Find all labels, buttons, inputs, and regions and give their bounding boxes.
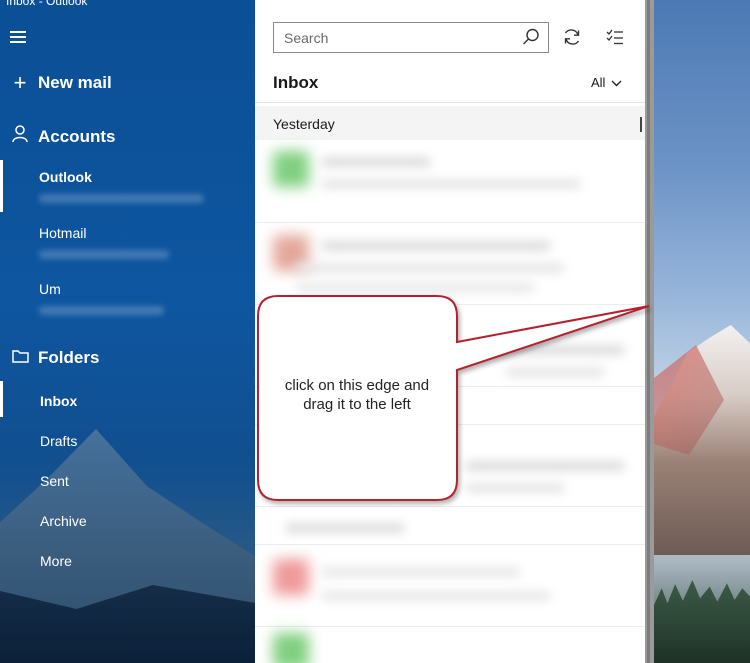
message-item[interactable] bbox=[255, 141, 645, 223]
chevron-down-icon bbox=[611, 75, 622, 90]
account-email-blurred bbox=[39, 194, 204, 203]
annotation-line-1: click on this edge and bbox=[284, 377, 430, 394]
folder-title: Inbox bbox=[273, 73, 319, 92]
folder-item-more[interactable]: More bbox=[0, 553, 255, 569]
navigation-pane: Inbox - Outlook + New mail Accounts Outl… bbox=[0, 0, 255, 663]
account-email-blurred bbox=[39, 250, 169, 259]
wallpaper-forest bbox=[654, 580, 750, 663]
blurred-sender bbox=[465, 461, 625, 471]
desktop-wallpaper bbox=[654, 0, 750, 663]
blurred-preview bbox=[321, 179, 581, 189]
accounts-label: Accounts bbox=[38, 126, 116, 146]
sender-avatar bbox=[273, 151, 309, 187]
account-item-um[interactable]: Um bbox=[0, 281, 255, 315]
blurred-subject bbox=[495, 345, 625, 355]
account-name: Hotmail bbox=[39, 225, 87, 241]
blurred-preview bbox=[321, 591, 551, 601]
message-item[interactable] bbox=[255, 305, 645, 387]
header-divider bbox=[255, 102, 645, 103]
folders-header[interactable]: Folders bbox=[0, 347, 255, 368]
message-item[interactable] bbox=[255, 425, 645, 507]
filter-dropdown[interactable]: All bbox=[591, 75, 622, 90]
message-item[interactable] bbox=[255, 507, 645, 545]
accounts-header[interactable]: Accounts bbox=[0, 125, 255, 148]
selection-mode-icon[interactable] bbox=[605, 27, 625, 47]
message-item[interactable] bbox=[255, 627, 645, 663]
message-item[interactable] bbox=[255, 223, 645, 305]
folder-item-sent[interactable]: Sent bbox=[0, 473, 255, 489]
message-list-pane: Inbox All Yesterday bbox=[255, 0, 645, 663]
blurred-preview bbox=[465, 483, 565, 493]
search-icon[interactable] bbox=[522, 28, 540, 46]
person-icon bbox=[0, 125, 38, 148]
blurred-preview bbox=[321, 567, 521, 577]
account-item-hotmail[interactable]: Hotmail bbox=[0, 225, 255, 259]
folder-item-inbox[interactable]: Inbox bbox=[0, 393, 255, 409]
filter-label: All bbox=[591, 75, 606, 90]
pane-resize-edge[interactable] bbox=[645, 0, 654, 663]
folder-icon bbox=[0, 347, 38, 368]
hamburger-menu-icon[interactable] bbox=[10, 31, 26, 43]
blurred-sender bbox=[321, 241, 551, 251]
pane-resize-edge-line bbox=[647, 0, 650, 663]
date-group-header: Yesterday bbox=[255, 106, 645, 140]
search-box[interactable] bbox=[273, 22, 549, 53]
folder-item-archive[interactable]: Archive bbox=[0, 513, 255, 529]
search-input[interactable] bbox=[274, 23, 504, 52]
account-item-outlook[interactable]: Outlook bbox=[0, 169, 255, 203]
blurred-preview bbox=[505, 367, 605, 377]
message-item[interactable] bbox=[255, 545, 645, 627]
sync-icon[interactable] bbox=[562, 27, 582, 47]
new-mail-button[interactable]: + New mail bbox=[0, 70, 255, 96]
sender-avatar bbox=[273, 633, 309, 663]
annotation-line-2: drag it to the left bbox=[303, 396, 411, 413]
plus-icon: + bbox=[13, 70, 27, 95]
folders-label: Folders bbox=[38, 347, 100, 367]
account-name: Um bbox=[39, 281, 61, 297]
sender-avatar bbox=[273, 559, 309, 595]
window-title: Inbox - Outlook bbox=[6, 0, 88, 8]
annotation-text: click on this edge and drag it to the le… bbox=[262, 376, 452, 414]
account-name: Outlook bbox=[39, 169, 92, 185]
scrollbar-thumb[interactable] bbox=[640, 117, 642, 132]
blurred-sender bbox=[321, 157, 431, 167]
folder-item-drafts[interactable]: Drafts bbox=[0, 433, 255, 449]
blurred-preview bbox=[295, 283, 535, 293]
blurred-preview bbox=[295, 263, 565, 273]
blurred-sender bbox=[285, 523, 405, 533]
new-mail-label: New mail bbox=[38, 73, 112, 92]
account-email-blurred bbox=[39, 306, 164, 315]
